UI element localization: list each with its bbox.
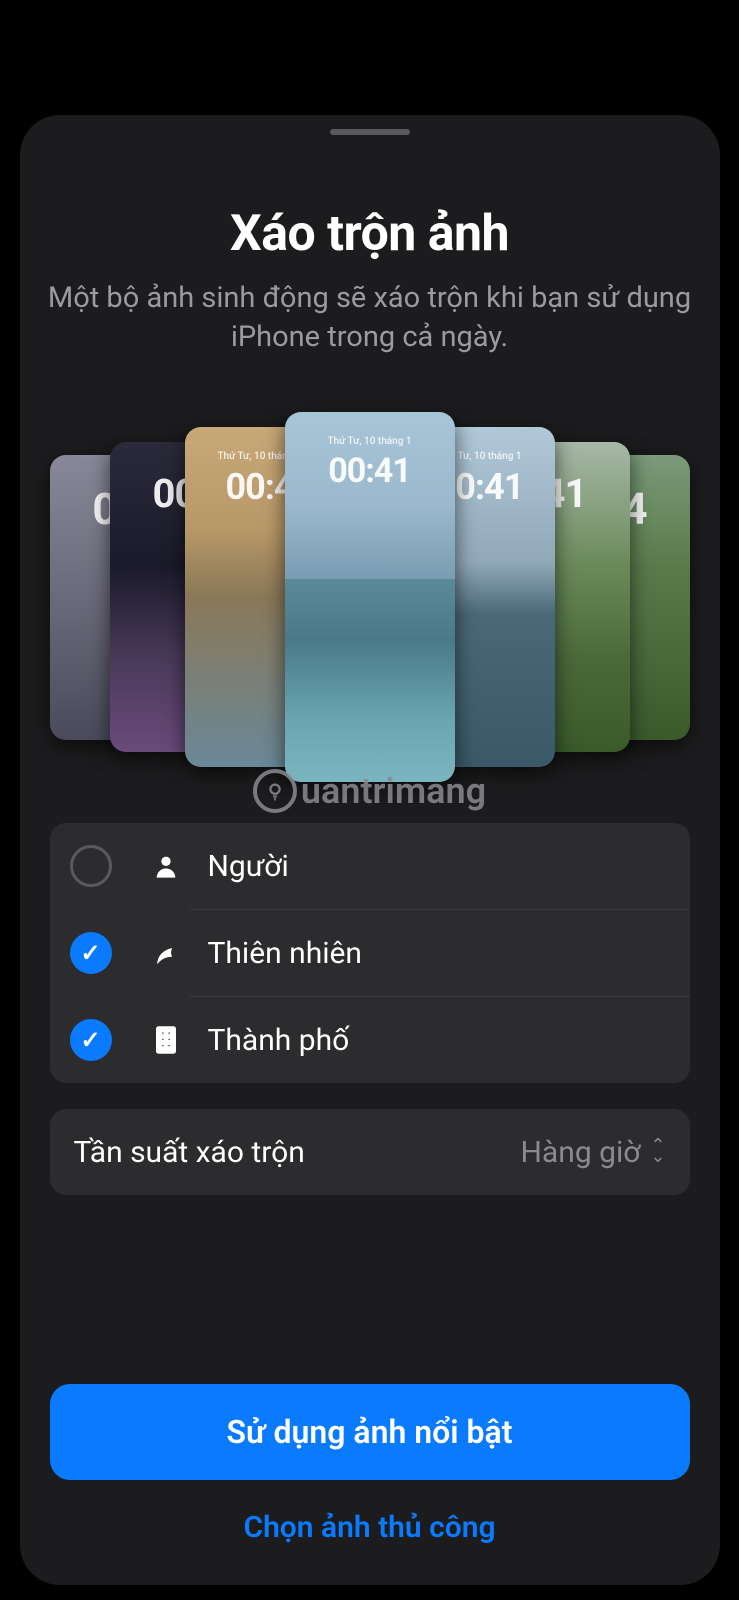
updown-chevron-icon: ⌃⌄ [650, 1141, 665, 1163]
use-featured-photos-button[interactable]: Sử dụng ảnh nổi bật [50, 1384, 690, 1480]
category-list: Người ✓ Thiên nhiên ✓ Thành phố [50, 823, 690, 1083]
leaf-icon [148, 938, 184, 968]
category-label: Thiên nhiên [208, 936, 363, 971]
preview-time: 00:4 [225, 466, 293, 508]
category-row-nature[interactable]: ✓ Thiên nhiên [50, 910, 690, 996]
category-label: Người [208, 849, 289, 884]
photo-shuffle-sheet: Xáo trộn ảnh Một bộ ảnh sinh động sẽ xáo… [20, 115, 720, 1585]
frequency-label: Tần suất xáo trộn [74, 1135, 521, 1170]
checkbox-checked-icon[interactable]: ✓ [70, 932, 112, 974]
frequency-value: Hàng giờ [521, 1135, 641, 1170]
person-icon [148, 852, 184, 880]
wallpaper-carousel[interactable]: 0 00 Thứ Tư, 10 tháng 1 00:4 4 41 Thứ Tư… [20, 397, 720, 797]
watermark: uantrimang [20, 769, 720, 813]
preview-date: Thứ Tư, 10 tháng 1 [327, 436, 411, 447]
checkbox-checked-icon[interactable]: ✓ [70, 1019, 112, 1061]
category-row-people[interactable]: Người [50, 823, 690, 909]
lightbulb-icon [253, 769, 297, 813]
page-title: Xáo trộn ảnh [20, 205, 720, 263]
category-row-city[interactable]: ✓ Thành phố [50, 997, 690, 1083]
page-subtitle: Một bộ ảnh sinh động sẽ xáo trộn khi bạn… [20, 279, 720, 357]
shuffle-frequency-row[interactable]: Tần suất xáo trộn Hàng giờ ⌃⌄ [50, 1109, 690, 1195]
sheet-grabber[interactable] [330, 129, 410, 135]
watermark-text: uantrimang [301, 770, 486, 812]
category-label: Thành phố [208, 1023, 350, 1058]
checkbox-unchecked-icon[interactable] [70, 845, 112, 887]
choose-photos-manually-button[interactable]: Chọn ảnh thủ công [20, 1510, 720, 1585]
secondary-button-label: Chọn ảnh thủ công [243, 1510, 495, 1545]
building-icon [148, 1025, 184, 1055]
primary-button-label: Sử dụng ảnh nổi bật [227, 1413, 513, 1451]
preview-card-center: Thứ Tư, 10 tháng 1 00:41 [285, 412, 455, 782]
preview-time: 00:41 [328, 451, 411, 491]
